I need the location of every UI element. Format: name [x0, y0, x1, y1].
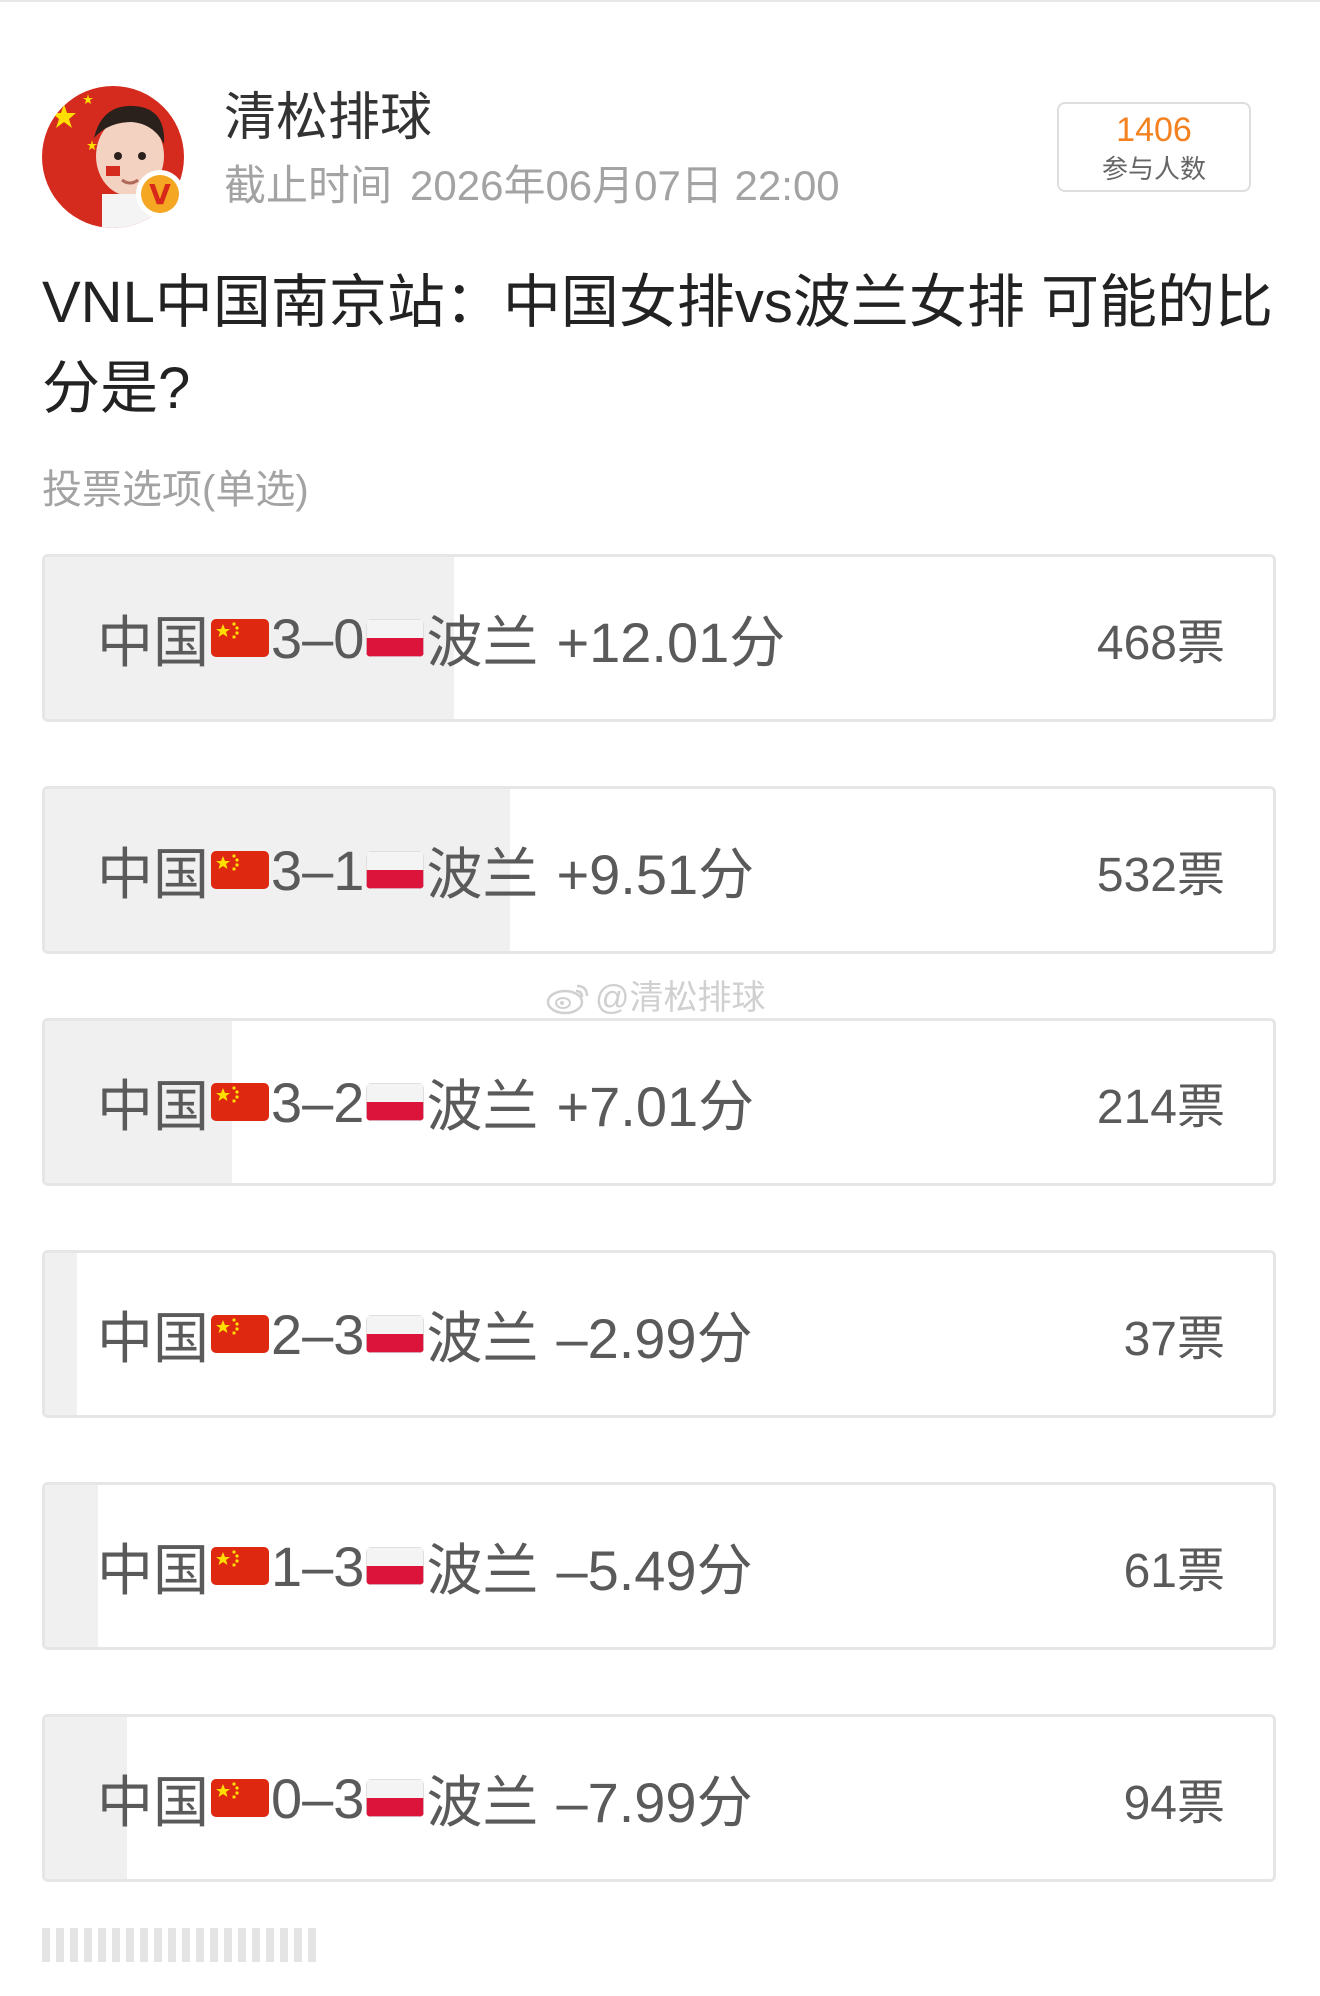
china-flag-icon [211, 619, 269, 657]
poll-option[interactable]: 中国 1–3 波兰 –5.49分 61票 [42, 1482, 1276, 1650]
poll-option[interactable]: 中国 2–3 波兰 –2.99分 37票 [42, 1250, 1276, 1418]
team-a-name: 中国 [97, 842, 209, 906]
participants-label: 参与人数 [1101, 154, 1206, 184]
option-points: +7.01分 [556, 1074, 755, 1138]
participants-count: 1406 [1116, 111, 1192, 149]
china-flag-icon [211, 1547, 269, 1585]
team-a-name: 中国 [97, 1306, 209, 1370]
china-flag-icon [211, 1779, 269, 1817]
option-vote-count: 214票 [1096, 1081, 1225, 1134]
team-a-name: 中国 [97, 610, 209, 674]
vote-type-label: 投票选项(单选) [42, 468, 309, 512]
poland-flag-icon [366, 1779, 425, 1817]
poll-option[interactable]: 中国 3–2 波兰 +7.01分 214票 [42, 1018, 1276, 1186]
deadline-label: 截止时间 [224, 162, 393, 209]
china-flag-icon [211, 851, 269, 889]
poland-flag-icon [366, 1315, 425, 1353]
option-vote-count: 94票 [1123, 1777, 1225, 1830]
weibo-icon [546, 984, 589, 1015]
option-vote-count: 37票 [1123, 1313, 1225, 1366]
team-b-name: 波兰 [426, 1770, 539, 1834]
vote-share-bar [45, 1253, 78, 1415]
deadline: 截止时间 2026年06月07日 22:00 [224, 160, 840, 212]
china-flag-icon [211, 1083, 269, 1121]
option-label: 中国 1–3 波兰 –5.49分 [97, 1485, 753, 1647]
deadline-value: 2026年06月07日 22:00 [410, 162, 840, 209]
team-b-name: 波兰 [426, 1538, 539, 1602]
poland-flag-icon [366, 851, 425, 889]
china-flag-icon [211, 1315, 269, 1353]
option-label: 中国 3–2 波兰 +7.01分 [97, 1021, 754, 1183]
watermark-text: @清松排球 [595, 979, 766, 1017]
team-b-name: 波兰 [426, 842, 539, 906]
verified-badge-letter: V [141, 175, 179, 213]
option-score: 3–0 [271, 606, 365, 670]
vote-share-bar [45, 1485, 99, 1647]
poll-option[interactable]: 中国 0–3 波兰 –7.99分 94票 [42, 1714, 1276, 1882]
option-score: 1–3 [271, 1534, 365, 1598]
option-label: 中国 3–1 波兰 +9.51分 [97, 789, 754, 951]
top-divider [0, 0, 1320, 2]
option-points: –5.49分 [556, 1538, 753, 1602]
poll-option[interactable]: 中国 3–0 波兰 +12.01分 468票 [42, 554, 1276, 722]
team-a-name: 中国 [97, 1538, 209, 1602]
option-score: 2–3 [271, 1302, 365, 1366]
option-points: +9.51分 [556, 842, 755, 906]
option-points: –7.99分 [556, 1770, 753, 1834]
option-label: 中国 2–3 波兰 –2.99分 [97, 1253, 753, 1415]
option-score: 3–2 [271, 1070, 365, 1134]
option-vote-count: 61票 [1123, 1545, 1225, 1598]
poll-question: VNL中国南京站：中国女排vs波兰女排 可能的比分是? [42, 270, 1273, 421]
option-points: –2.99分 [556, 1306, 753, 1370]
poland-flag-icon [366, 1083, 425, 1121]
team-a-name: 中国 [97, 1074, 209, 1138]
option-vote-count: 468票 [1096, 617, 1225, 670]
username[interactable]: 清松排球 [224, 86, 432, 150]
option-label: 中国 3–0 波兰 +12.01分 [97, 557, 785, 719]
option-score: 0–3 [271, 1766, 365, 1830]
option-vote-count: 532票 [1096, 849, 1225, 902]
team-b-name: 波兰 [426, 610, 539, 674]
bottom-cropped-strip [42, 1928, 316, 1968]
option-score: 3–1 [271, 838, 365, 902]
poland-flag-icon [366, 1547, 425, 1585]
poland-flag-icon [366, 619, 425, 657]
team-b-name: 波兰 [426, 1074, 539, 1138]
participants-box: 1406 参与人数 [1057, 102, 1251, 192]
watermark: @清松排球 [545, 976, 766, 1020]
team-a-name: 中国 [97, 1770, 209, 1834]
verified-badge-icon: V [136, 170, 184, 218]
option-label: 中国 0–3 波兰 –7.99分 [97, 1717, 753, 1879]
team-b-name: 波兰 [426, 1306, 539, 1370]
poll-option[interactable]: 中国 3–1 波兰 +9.51分 532票 [42, 786, 1276, 954]
option-points: +12.01分 [556, 610, 786, 674]
